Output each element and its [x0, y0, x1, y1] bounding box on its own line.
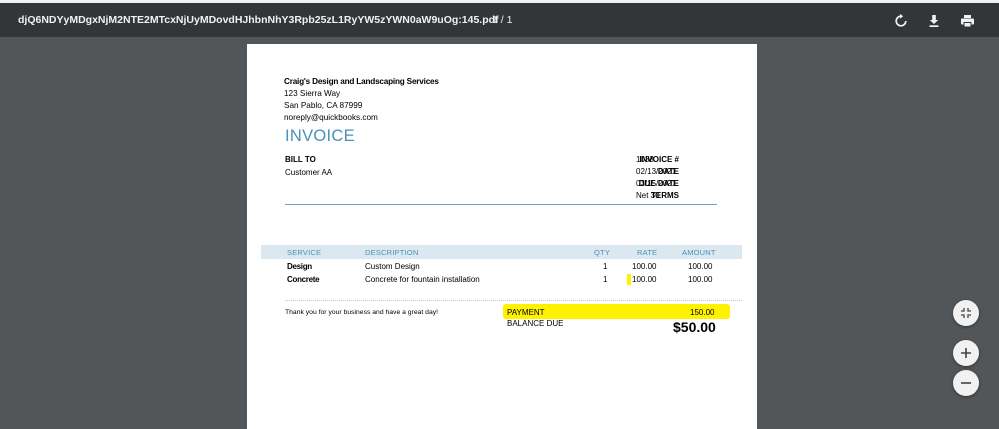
invoice-number-value: 1038 — [636, 155, 654, 164]
pdf-toolbar: djQ6NDYyMDgxNjM2NTE2MTcxNjUyMDovdHJhbnNh… — [0, 3, 999, 37]
company-name: Craig's Design and Landscaping Services — [284, 77, 439, 86]
column-service: SERVICE — [287, 248, 322, 257]
line-description: Concrete for fountain installation — [365, 275, 480, 284]
zoom-in-button[interactable] — [953, 340, 979, 366]
balance-due-label: BALANCE DUE — [507, 319, 564, 328]
line-rate: 100.00 — [632, 275, 657, 284]
line-qty: 1 — [603, 275, 608, 284]
rotate-button[interactable] — [891, 11, 911, 31]
company-email: noreply@quickbooks.com — [284, 113, 378, 122]
document-viewer[interactable]: Craig's Design and Landscaping Services … — [0, 37, 999, 429]
highlight-mark — [627, 274, 631, 285]
rotate-icon — [895, 14, 907, 27]
column-rate: RATE — [637, 248, 658, 257]
zoom-out-icon — [961, 382, 971, 384]
download-button[interactable] — [924, 11, 944, 31]
company-city: San Pablo, CA 87999 — [284, 101, 363, 110]
line-service: Concrete — [287, 275, 320, 284]
payment-label: PAYMENT — [507, 308, 545, 317]
file-name: djQ6NDYyMDgxNjM2NTE2MTcxNjUyMDovdHJhbnNh… — [18, 14, 499, 26]
line-service: Design — [287, 262, 312, 271]
pdf-page: Craig's Design and Landscaping Services … — [247, 44, 757, 429]
table-divider — [285, 300, 742, 301]
column-amount: AMOUNT — [682, 248, 716, 257]
line-amount: 100.00 — [688, 262, 713, 271]
thank-you-note: Thank you for your business and have a g… — [285, 309, 439, 316]
column-description: DESCRIPTION — [365, 248, 419, 257]
due-date-value: 03/15/2021 — [636, 179, 677, 188]
zoom-in-icon — [961, 348, 971, 358]
print-icon — [960, 15, 974, 28]
line-rate: 100.00 — [632, 262, 657, 271]
download-icon — [929, 15, 939, 27]
header-divider — [285, 204, 717, 205]
table-header: SERVICE DESCRIPTION QTY RATE AMOUNT — [261, 245, 742, 259]
payment-value: 150.00 — [690, 308, 715, 317]
column-qty: QTY — [594, 248, 611, 257]
bill-to-label: BILL TO — [285, 155, 316, 164]
customer-name: Customer AA — [285, 168, 333, 177]
terms-value: Net 30 — [636, 191, 660, 200]
line-amount: 100.00 — [688, 275, 713, 284]
line-qty: 1 — [603, 262, 608, 271]
invoice-title: INVOICE — [285, 127, 355, 145]
zoom-out-button[interactable] — [953, 370, 979, 396]
company-street: 123 Sierra Way — [284, 89, 341, 98]
fit-page-button[interactable] — [953, 300, 979, 326]
fit-page-icon — [961, 308, 971, 318]
date-value: 02/13/2021 — [636, 167, 677, 176]
balance-due-value: $50.00 — [673, 319, 716, 335]
line-description: Custom Design — [365, 262, 420, 271]
print-button[interactable] — [957, 11, 977, 31]
page-indicator: 1 / 1 — [492, 14, 513, 26]
